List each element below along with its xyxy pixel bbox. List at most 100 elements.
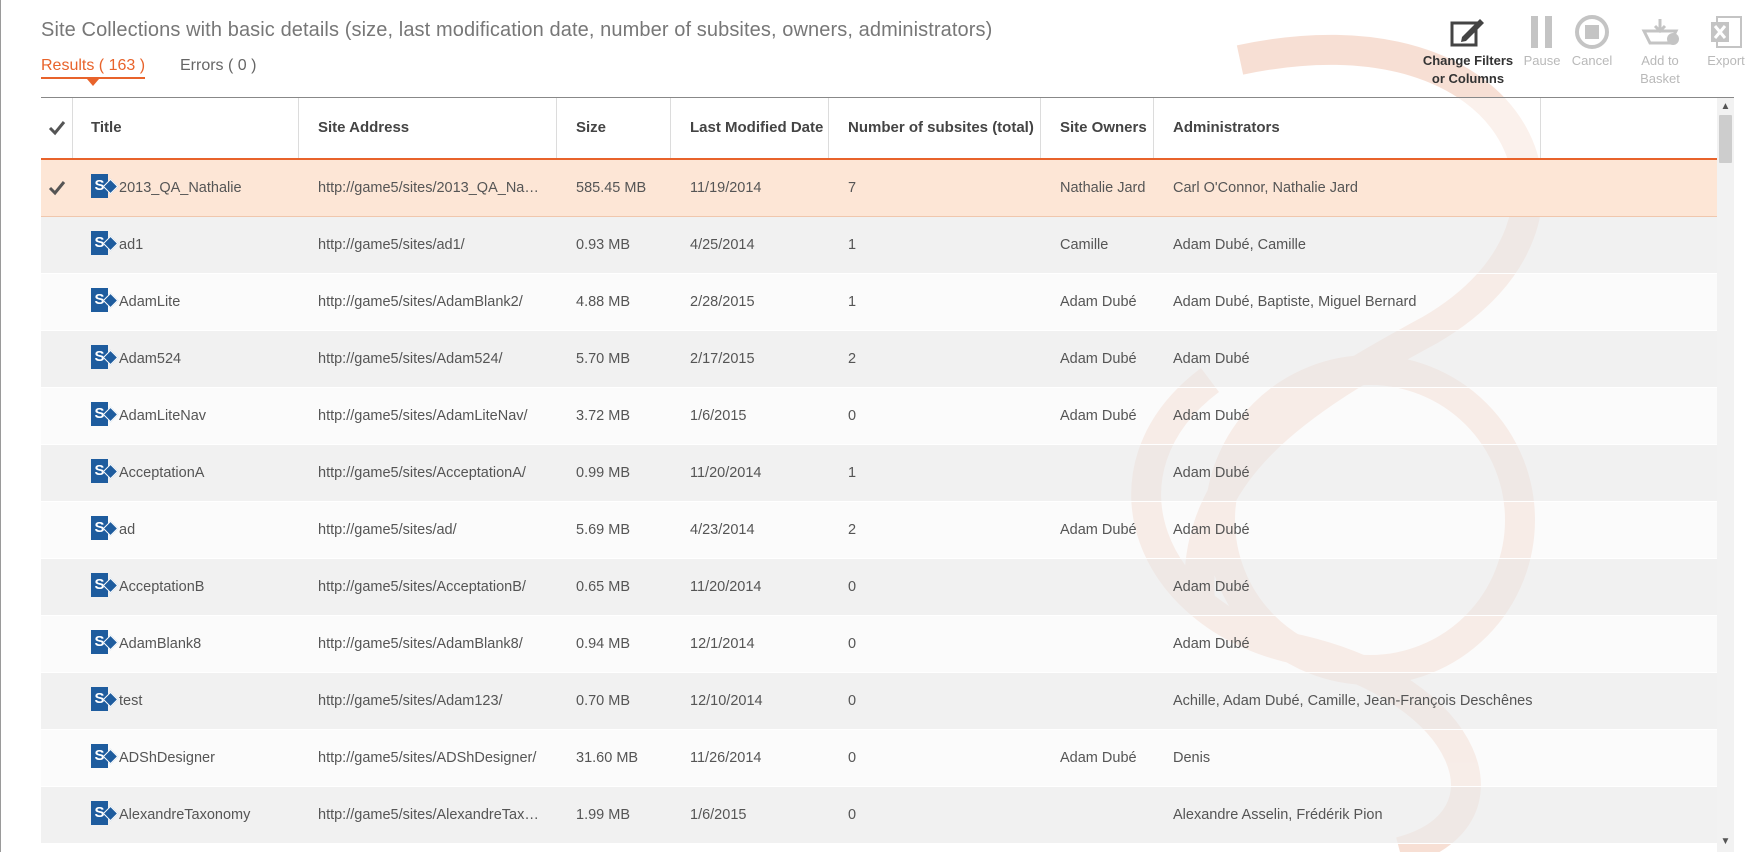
cell-site-address[interactable]: http://game5/sites/AcceptationA/ [299, 445, 539, 502]
site-title: Adam524 [119, 351, 182, 367]
cell-site-owners: Camille [1060, 237, 1109, 253]
cell-subsites: 0 [848, 693, 857, 709]
add-to-basket-label-2: Basket [1640, 71, 1680, 86]
cell-title[interactable]: S 2013_QA_Nathalie [72, 160, 299, 217]
column-header-administrators[interactable]: Administrators [1154, 98, 1541, 158]
excel-icon [1700, 12, 1752, 52]
row-checkbox[interactable] [41, 274, 72, 330]
cell-title[interactable]: S AdamLite [72, 274, 299, 331]
pause-button[interactable]: Pause [1520, 12, 1564, 70]
cell-site-address[interactable]: http://game5/sites/ad1/ [299, 217, 539, 274]
column-header-size[interactable]: Size [557, 98, 671, 158]
table-row[interactable]: S AdamLiteNav http://game5/sites/AdamLite… [41, 388, 1717, 445]
sharepoint-icon: S [91, 402, 119, 427]
cell-site-address[interactable]: http://game5/sites/AcceptationB/ [299, 559, 539, 616]
cell-last-modified: 12/10/2014 [690, 693, 763, 709]
select-all-checkbox[interactable] [41, 98, 73, 158]
row-checkbox[interactable] [41, 217, 72, 273]
cell-title[interactable]: S ADShDesigner [72, 730, 299, 787]
sharepoint-icon: S [91, 573, 119, 598]
row-checkbox[interactable] [41, 616, 72, 672]
table-row[interactable]: S 2013_QA_Nathalie http://game5/sites/201… [41, 160, 1717, 217]
cell-administrators: Adam Dubé [1173, 351, 1250, 367]
row-checkbox[interactable] [41, 388, 72, 444]
add-to-basket-label-1: Add to [1641, 53, 1679, 68]
cell-subsites: 0 [848, 750, 857, 766]
column-header-last-modified[interactable]: Last Modified Date [671, 98, 829, 158]
row-checkbox[interactable] [41, 730, 72, 786]
table-row[interactable]: S AlexandreTaxonomy http://game5/sites/Al… [41, 787, 1717, 844]
cell-site-owners [1041, 787, 1154, 844]
cell-administrators: Adam Dubé, Baptiste, Miguel Bernard [1173, 294, 1417, 310]
vertical-scrollbar[interactable] [1717, 98, 1734, 852]
table-row[interactable]: Sad http://game5/sites/ad/ 5.69 MB 4/23/… [41, 502, 1717, 559]
cell-title[interactable]: S AcceptationB [72, 559, 299, 616]
table-row[interactable]: S ADShDesigner http://game5/sites/ADShDes… [41, 730, 1717, 787]
check-icon [48, 121, 65, 136]
cell-subsites: 0 [848, 408, 857, 424]
cell-title[interactable]: S Adam524 [72, 331, 299, 388]
cell-title[interactable]: S AlexandreTaxonomy [72, 787, 299, 844]
row-checkbox[interactable] [41, 673, 72, 729]
column-header-site-owners[interactable]: Site Owners [1041, 98, 1154, 158]
cell-title[interactable]: Stest [72, 673, 299, 730]
cell-site-address[interactable]: http://game5/sites/AdamBlank2/ [299, 274, 539, 331]
column-header-subsites[interactable]: Number of subsites (total) [829, 98, 1041, 158]
row-checkbox[interactable] [41, 559, 72, 615]
sharepoint-icon: S [91, 459, 119, 484]
cell-last-modified: 11/20/2014 [690, 465, 762, 481]
cell-size: 1.99 MB [576, 807, 630, 823]
change-filters-button[interactable]: Change Filters or Columns [1418, 12, 1518, 88]
table-row[interactable]: S AcceptationA http://game5/sites/Accepta… [41, 445, 1717, 502]
sharepoint-icon: S [91, 801, 119, 826]
cell-site-address[interactable]: http://game5/sites/Adam524/ [299, 331, 539, 388]
cell-site-address[interactable]: http://game5/sites/AdamBlank8/ [299, 616, 539, 673]
scroll-up-icon[interactable]: ▲ [1717, 99, 1734, 115]
cancel-button[interactable]: Cancel [1566, 12, 1618, 70]
scrollbar-thumb[interactable] [1719, 115, 1732, 163]
table-row[interactable]: Sad1 http://game5/sites/ad1/ 0.93 MB 4/2… [41, 217, 1717, 274]
row-checkbox[interactable] [41, 160, 72, 216]
cell-title[interactable]: Sad [72, 502, 299, 559]
cell-site-address[interactable]: http://game5/sites/ad/ [299, 502, 539, 559]
table-row[interactable]: Stest http://game5/sites/Adam123/ 0.70 M… [41, 673, 1717, 730]
row-checkbox[interactable] [41, 331, 72, 387]
cell-site-address[interactable]: http://game5/sites/AdamLiteNav/ [299, 388, 539, 445]
table-row[interactable]: S AdamLite http://game5/sites/AdamBlank2/… [41, 274, 1717, 331]
pause-icon [1520, 12, 1564, 52]
change-filters-label-1: Change Filters [1422, 53, 1514, 68]
cell-size: 0.94 MB [576, 636, 630, 652]
cell-size: 585.45 MB [576, 180, 647, 196]
cell-site-address[interactable]: http://game5/sites/AlexandreTaxonom... [299, 787, 539, 844]
add-to-basket-button[interactable]: Add to Basket [1630, 12, 1690, 88]
cell-subsites: 7 [848, 180, 857, 196]
cell-administrators: Achille, Adam Dubé, Camille, Jean-Franço… [1173, 693, 1533, 709]
page-title: Site Collections with basic details (siz… [41, 19, 993, 41]
cell-title[interactable]: Sad1 [72, 217, 299, 274]
row-checkbox[interactable] [41, 502, 72, 558]
cell-administrators: Adam Dubé [1173, 408, 1250, 424]
cell-site-address[interactable]: http://game5/sites/ADShDesigner/ [299, 730, 539, 787]
cell-title[interactable]: S AcceptationA [72, 445, 299, 502]
row-checkbox[interactable] [41, 787, 72, 843]
cell-size: 4.88 MB [576, 294, 630, 310]
column-header-title[interactable]: Title [72, 98, 299, 158]
cell-size: 0.99 MB [576, 465, 630, 481]
tab-results[interactable]: Results ( 163 ) [41, 57, 146, 86]
cell-title[interactable]: S AdamBlank8 [72, 616, 299, 673]
cell-subsites: 0 [848, 636, 857, 652]
table-row[interactable]: S Adam524 http://game5/sites/Adam524/ 5.7… [41, 331, 1717, 388]
scroll-down-icon[interactable]: ▼ [1717, 834, 1734, 850]
row-checkbox[interactable] [41, 445, 72, 501]
cell-last-modified: 12/1/2014 [690, 636, 755, 652]
cell-title[interactable]: S AdamLiteNav [72, 388, 299, 445]
cell-site-address[interactable]: http://game5/sites/2013_QA_Nathalie/ [299, 160, 539, 217]
site-title: ad1 [119, 237, 144, 253]
table-row[interactable]: S AdamBlank8 http://game5/sites/AdamBlank… [41, 616, 1717, 673]
cell-site-owners [1041, 616, 1154, 673]
cell-site-address[interactable]: http://game5/sites/Adam123/ [299, 673, 539, 730]
export-button[interactable]: Export [1700, 12, 1752, 70]
tab-errors[interactable]: Errors ( 0 ) [180, 57, 256, 75]
table-row[interactable]: S AcceptationB http://game5/sites/Accepta… [41, 559, 1717, 616]
column-header-site-address[interactable]: Site Address [299, 98, 557, 158]
